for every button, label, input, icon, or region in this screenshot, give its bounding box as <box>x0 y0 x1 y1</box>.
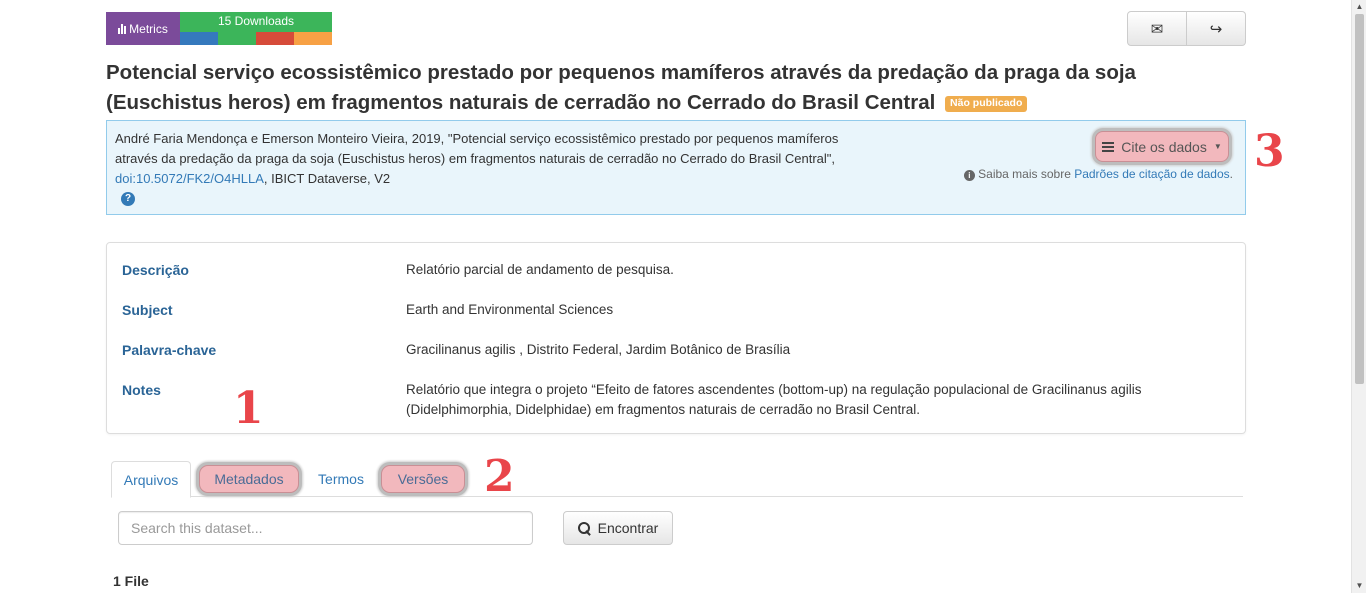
title-line-2: (Euschistus heros) em fragmentos naturai… <box>106 91 936 114</box>
dataset-search-input[interactable] <box>118 511 533 545</box>
citation-box: André Faria Mendonça e Emerson Monteiro … <box>106 120 1246 215</box>
metadata-value: Earth and Environmental Sciences <box>406 302 614 317</box>
help-icon[interactable]: ? <box>121 192 135 206</box>
metadata-label: Notes <box>122 382 161 398</box>
downloads-segment <box>180 32 218 45</box>
annotation-marker-2: 2 <box>484 451 515 502</box>
dataset-tabs: Arquivos Metadados Termos Versões <box>111 461 1243 498</box>
page-title: Potencial serviço ecossistêmico prestado… <box>106 58 1226 118</box>
downloads-segment <box>256 32 294 45</box>
metadata-value: Gracilinanus agilis , Distrito Federal, … <box>406 342 791 357</box>
metrics-widget: Metrics 15 Downloads <box>106 12 332 45</box>
share-icon: ↪ <box>1209 20 1223 38</box>
metadata-label: Subject <box>122 302 173 318</box>
note-suffix: . <box>1229 167 1233 181</box>
contact-button[interactable]: ✉ <box>1127 11 1187 46</box>
annotation-marker-3: 3 <box>1254 126 1285 177</box>
metadata-label: Descrição <box>122 262 189 278</box>
status-badge: Não publicado <box>945 96 1028 112</box>
doi-link[interactable]: doi:10.5072/FK2/O4HLLA <box>115 171 264 186</box>
tab-versions[interactable]: Versões <box>381 465 465 493</box>
citation-standards-link[interactable]: Padrões de citação de dados <box>1074 167 1229 181</box>
downloads-segment <box>294 32 332 45</box>
annotation-marker-1: 1 <box>233 383 264 434</box>
citation-text: André Faria Mendonça e Emerson Monteiro … <box>115 129 855 189</box>
tab-files[interactable]: Arquivos <box>111 461 191 498</box>
scroll-up-arrow[interactable]: ▲ <box>1352 0 1366 14</box>
tab-terms[interactable]: Termos <box>310 461 372 497</box>
file-count: 1 File <box>113 573 149 589</box>
info-icon: i <box>963 170 975 181</box>
scroll-down-arrow[interactable]: ▼ <box>1352 579 1366 593</box>
bar-chart-icon <box>118 23 127 34</box>
metadata-value: Relatório parcial de andamento de pesqui… <box>406 262 674 277</box>
tab-metadata[interactable]: Metadados <box>199 465 299 493</box>
list-icon <box>1102 141 1115 152</box>
cite-data-button[interactable]: Cite os dados ▼ <box>1095 131 1229 162</box>
metadata-summary-panel: Descrição Relatório parcial de andamento… <box>106 242 1246 434</box>
downloads-counter: 15 Downloads <box>180 12 332 45</box>
downloads-bar <box>180 32 332 45</box>
citation-publisher: , IBICT Dataverse, V2 <box>263 171 391 186</box>
search-button[interactable]: Encontrar <box>563 511 673 545</box>
cite-button-label: Cite os dados <box>1121 138 1207 155</box>
citation-body: André Faria Mendonça e Emerson Monteiro … <box>115 131 839 166</box>
metadata-label: Palavra-chave <box>122 342 217 358</box>
note-prefix: Saiba mais sobre <box>978 167 1075 181</box>
envelope-icon: ✉ <box>1150 20 1164 38</box>
title-line-1: Potencial serviço ecossistêmico prestado… <box>106 61 1136 84</box>
header-actions: ✉ ↪ <box>1127 11 1246 46</box>
search-icon <box>577 521 591 535</box>
citation-standards-note: i Saiba mais sobre Padrões de citação de… <box>963 167 1233 181</box>
vertical-scrollbar[interactable]: ▲ ▼ <box>1351 0 1366 593</box>
scrollbar-thumb[interactable] <box>1355 14 1364 384</box>
metrics-label: Metrics <box>129 21 168 36</box>
downloads-count: 15 Downloads <box>180 12 332 32</box>
share-button[interactable]: ↪ <box>1187 11 1246 46</box>
metrics-badge: Metrics <box>106 12 180 45</box>
downloads-segment <box>218 32 256 45</box>
metadata-value: Relatório que integra o projeto “Efeito … <box>406 382 1142 417</box>
caret-down-icon: ▼ <box>1213 142 1222 151</box>
search-button-label: Encontrar <box>597 520 659 536</box>
